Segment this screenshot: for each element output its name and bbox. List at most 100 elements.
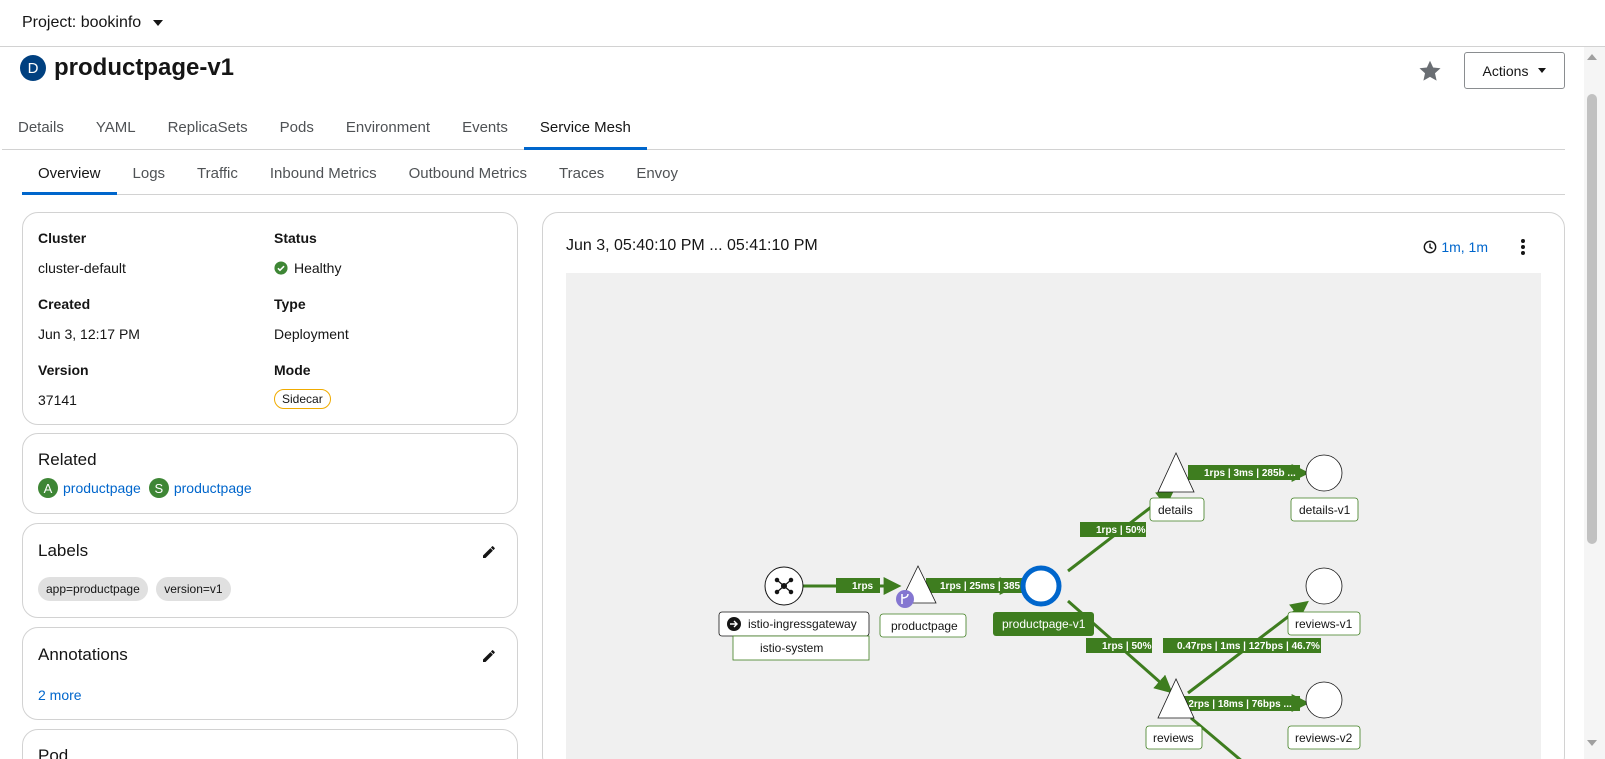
node-label-productpage: productpage <box>891 619 958 633</box>
gateway-icon <box>727 617 741 631</box>
cluster-field: Cluster cluster-default <box>38 230 126 276</box>
scroll-up-icon[interactable] <box>1587 54 1597 60</box>
node-label-details: details <box>1158 503 1193 517</box>
edge-label-details-v1: 1rps | 3ms | 285b ... <box>1188 465 1300 480</box>
mode-label: Mode <box>274 362 311 378</box>
tab-events[interactable]: Events <box>446 109 524 149</box>
created-value: Jun 3, 12:17 PM <box>38 326 140 342</box>
star-icon[interactable] <box>1417 58 1443 84</box>
related-card: Related A productpage S productpage <box>22 433 518 514</box>
tab-overview[interactable]: Overview <box>22 155 117 195</box>
tab-outbound-metrics[interactable]: Outbound Metrics <box>393 155 543 194</box>
kebab-menu-icon[interactable] <box>1520 239 1526 255</box>
node-details-service[interactable]: details <box>1149 452 1205 522</box>
project-selector[interactable]: Project: bookinfo <box>22 14 164 32</box>
pencil-icon[interactable] <box>481 648 497 664</box>
status-field: Status Healthy <box>274 230 341 276</box>
node-label-gateway-namespace: istio-system <box>760 641 823 655</box>
node-label-reviews-v1: reviews-v1 <box>1295 617 1353 631</box>
related-service-link[interactable]: productpage <box>174 480 252 496</box>
tab-traces[interactable]: Traces <box>543 155 620 194</box>
node-label-productpage-v1: productpage-v1 <box>1002 617 1086 631</box>
edge-label-reviews-v2: ...2rps | 18ms | 76bps ... <box>1174 696 1300 711</box>
edge-label-text: 1rps <box>852 581 874 592</box>
edge-label-ppv1-details: 1rps | 50% <box>1080 522 1146 537</box>
version-value: 37141 <box>38 392 77 408</box>
labels-title: Labels <box>38 541 89 560</box>
caret-down-icon <box>153 20 164 26</box>
related-app-link[interactable]: productpage <box>63 480 141 496</box>
tab-details[interactable]: Details <box>2 109 80 149</box>
edge-label-text: 1rps | 50% <box>1096 525 1146 536</box>
node-reviews-v1[interactable]: reviews-v1 <box>1287 567 1361 636</box>
edge-label-reviews-v1: 0.47rps | 1ms | 127bps | 46.7% <box>1163 638 1321 653</box>
tab-logs[interactable]: Logs <box>117 155 182 194</box>
label-chip: version=v1 <box>156 577 231 601</box>
tab-pods[interactable]: Pods <box>264 109 330 149</box>
tab-envoy[interactable]: Envoy <box>620 155 694 194</box>
tab-yaml[interactable]: YAML <box>80 109 152 149</box>
mode-field: Mode Sidecar <box>274 362 331 409</box>
pod-card-title: Pod <box>38 746 69 759</box>
annotations-card: Annotations 2 more <box>22 627 518 720</box>
app-badge: A <box>38 478 58 498</box>
created-label: Created <box>38 296 91 312</box>
node-label-details-v1: details-v1 <box>1299 503 1351 517</box>
type-value: Deployment <box>274 326 349 342</box>
node-details-v1[interactable]: details-v1 <box>1290 454 1359 522</box>
pencil-icon[interactable] <box>481 544 497 560</box>
edge-label-text: 1rps | 25ms | 385 ... <box>940 581 1031 592</box>
status-value: Healthy <box>274 260 341 276</box>
scroll-down-icon[interactable] <box>1587 740 1597 746</box>
node-label-reviews-v2: reviews-v2 <box>1295 731 1353 745</box>
edge-label-pp-ppv1: 1rps | 25ms | 385 ... <box>926 578 1031 593</box>
related-list: A productpage S productpage <box>38 478 260 498</box>
page-title: productpage-v1 <box>54 54 235 81</box>
service-graph-card: Jun 3, 05:40:10 PM ... 05:41:10 PM 1m, 1… <box>542 212 1565 759</box>
virtual-service-icon <box>896 590 914 608</box>
annotations-title: Annotations <box>38 645 128 664</box>
node-label-reviews: reviews <box>1153 731 1194 745</box>
node-label-gateway: istio-ingressgateway <box>748 617 857 631</box>
secondary-tabs: Overview Logs Traffic Inbound Metrics Ou… <box>22 155 1565 195</box>
refresh-interval[interactable]: 1m, 1m <box>1423 239 1488 255</box>
mode-value: Sidecar <box>274 389 331 409</box>
annotations-more-link[interactable]: 2 more <box>38 687 82 703</box>
version-field: Version 37141 <box>38 362 89 408</box>
scrollbar-thumb[interactable] <box>1587 94 1597 544</box>
edge-label-ppv1-reviews: 1rps | 50% <box>1086 638 1152 653</box>
tab-inbound-metrics[interactable]: Inbound Metrics <box>254 155 393 194</box>
label-chips: app=productpage version=v1 <box>38 577 235 601</box>
related-item-app[interactable]: A productpage <box>38 478 141 498</box>
node-reviews-v2[interactable]: reviews-v2 <box>1287 681 1361 750</box>
check-circle-icon <box>274 261 288 275</box>
tab-environment[interactable]: Environment <box>330 109 446 149</box>
clock-icon <box>1423 240 1437 254</box>
page-title-row: D productpage-v1 <box>20 54 234 82</box>
edge-label-text: ...2rps | 18ms | 76bps ... <box>1180 699 1292 710</box>
status-label: Status <box>274 230 317 246</box>
sidecar-badge: Sidecar <box>274 389 331 409</box>
project-label: Project: bookinfo <box>22 14 142 31</box>
tab-service-mesh[interactable]: Service Mesh <box>523 109 647 150</box>
version-label: Version <box>38 362 89 378</box>
type-label: Type <box>274 296 306 312</box>
type-field: Type Deployment <box>274 296 349 342</box>
graph-canvas[interactable]: 1rps 1rps | 25ms | 385 ... 1rps | 50% 1r… <box>566 273 1541 759</box>
tab-traffic[interactable]: Traffic <box>181 155 254 194</box>
primary-tabs: Details YAML ReplicaSets Pods Environmen… <box>2 109 1565 150</box>
edge-label-text: 1rps | 3ms | 285b ... <box>1204 468 1296 479</box>
related-item-service[interactable]: S productpage <box>148 478 252 498</box>
node-productpage-service[interactable]: productpage <box>879 565 967 638</box>
actions-button[interactable]: Actions <box>1464 52 1565 89</box>
cluster-label: Cluster <box>38 230 87 246</box>
status-text: Healthy <box>294 260 342 276</box>
caret-down-icon <box>1538 68 1547 73</box>
tab-replicasets[interactable]: ReplicaSets <box>152 109 264 149</box>
pod-card: Pod <box>22 729 518 759</box>
edge-label-text: 1rps | 50% <box>1102 641 1152 652</box>
labels-card: Labels app=productpage version=v1 <box>22 523 518 618</box>
cluster-value: cluster-default <box>38 260 126 276</box>
project-bar: Project: bookinfo <box>0 0 1605 47</box>
created-field: Created Jun 3, 12:17 PM <box>38 296 140 342</box>
